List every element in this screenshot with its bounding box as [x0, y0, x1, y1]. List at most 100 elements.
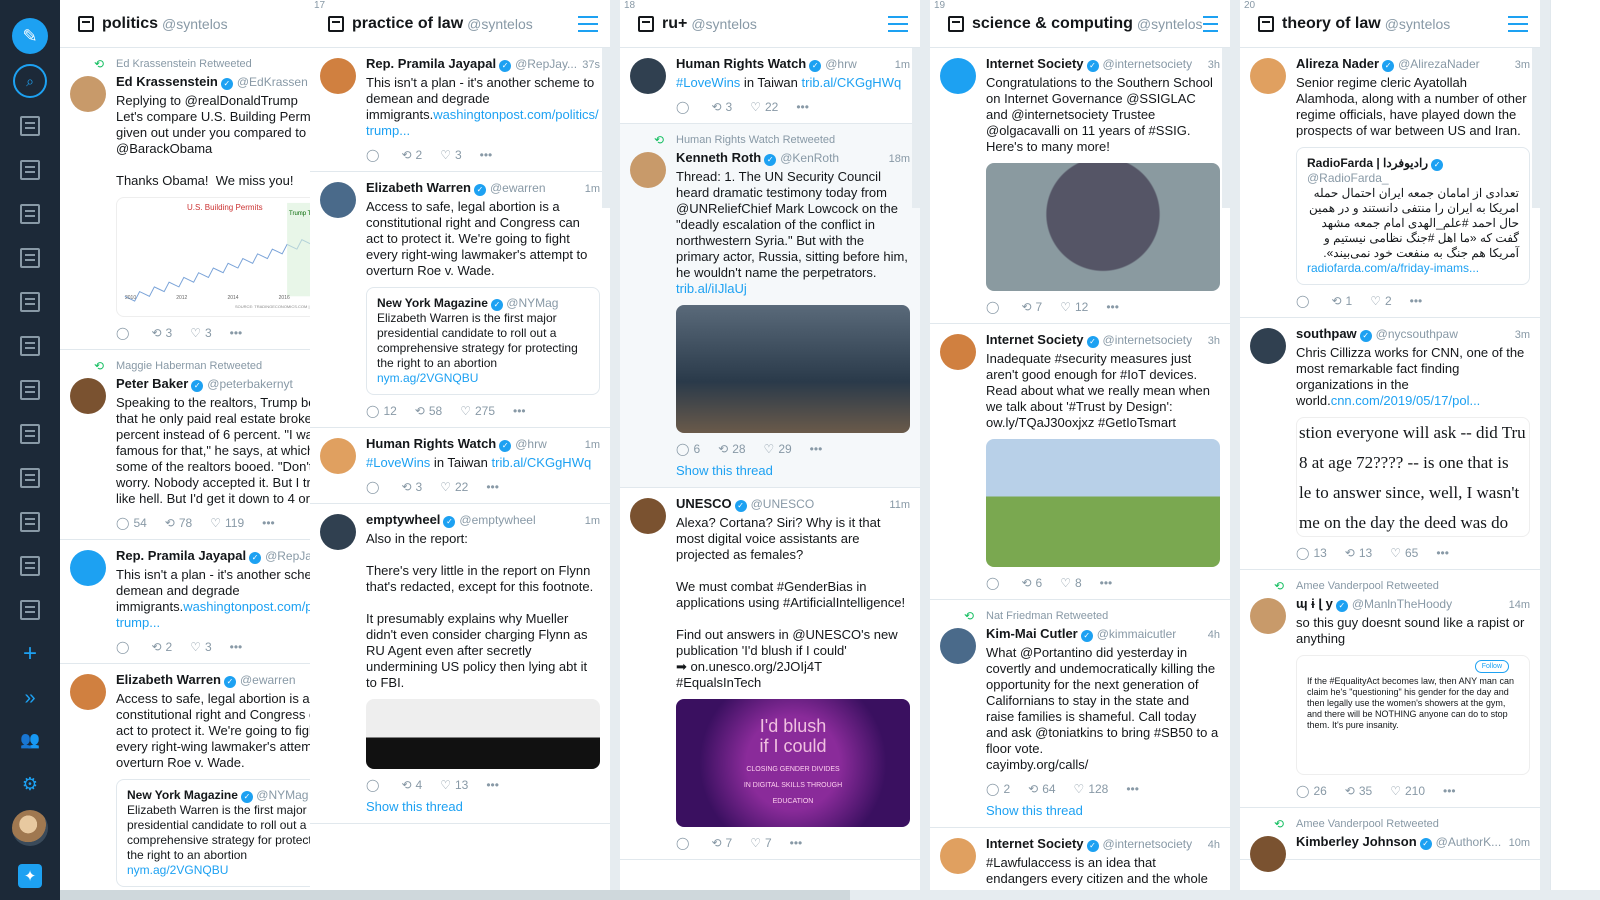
retweet-button[interactable]: ⟲ 7 — [711, 835, 732, 851]
tweet[interactable]: ⟲ Amee Vanderpool Retweeted Kimberley John… — [1240, 808, 1540, 872]
column-settings-icon[interactable] — [578, 15, 598, 32]
retweet-button[interactable]: ⟲ 1 — [1331, 293, 1352, 309]
reply-button[interactable]: ◯ — [986, 299, 1003, 315]
reply-button[interactable]: ◯ 2 — [986, 781, 1010, 797]
author-handle[interactable]: @peterbakernyt — [207, 376, 293, 392]
author-handle[interactable]: @AuthorK... — [1436, 834, 1502, 850]
tweet-timestamp[interactable]: 3m — [1511, 57, 1530, 73]
reply-button[interactable]: ◯ — [986, 575, 1003, 591]
author-name[interactable]: emptywheel — [366, 512, 440, 528]
column-nav-7[interactable] — [10, 370, 50, 410]
tweet[interactable]: Internet Society ✓ @internetsociety 3h Inade… — [930, 324, 1230, 600]
avatar[interactable] — [70, 550, 106, 586]
retweet-button[interactable]: ⟲ 7 — [1021, 299, 1042, 315]
tweet-image[interactable] — [986, 439, 1220, 567]
reply-button[interactable]: ◯ 26 — [1296, 783, 1327, 799]
tweet[interactable]: southpaw ✓ @nycsouthpaw 3m Chris Cillizza wo… — [1240, 318, 1540, 570]
tweet-link[interactable]: trib.al/CKGgHWq — [802, 75, 902, 90]
tweet-timestamp[interactable]: 4h — [1204, 837, 1220, 853]
author-name[interactable]: Rep. Pramila Jayapal — [116, 548, 246, 564]
author-name[interactable]: Human Rights Watch — [676, 56, 806, 72]
retweet-button[interactable]: ⟲ 3 — [151, 325, 172, 341]
show-thread-link[interactable]: Show this thread — [676, 463, 910, 479]
like-button[interactable]: ♡ 128 — [1074, 781, 1109, 797]
author-name[interactable]: Peter Baker — [116, 376, 188, 392]
tweet[interactable]: emptywheel ✓ @emptywheel 1m Also in the repo… — [310, 504, 610, 824]
like-button[interactable]: ♡ 22 — [440, 479, 468, 495]
quote-link[interactable]: nym.ag/2VGNQBU — [127, 863, 228, 877]
avatar[interactable] — [940, 334, 976, 370]
author-handle[interactable]: @ManlnTheHoody — [1352, 596, 1452, 612]
retweet-button[interactable]: ⟲ 2 — [401, 147, 422, 163]
tweet-timestamp[interactable]: 14m — [1505, 597, 1530, 613]
like-button[interactable]: ♡ 3 — [440, 147, 461, 163]
more-options-icon[interactable]: ••• — [480, 147, 493, 163]
tweet[interactable]: Rep. Pramila Jayapal✓@RepJay...37s This i… — [310, 48, 610, 172]
tweet[interactable]: Human Rights Watch ✓ @hrw 1m #LoveWins in Ta… — [620, 48, 920, 124]
column-header[interactable]: 18 ru+ @syntelos — [620, 0, 920, 48]
author-name[interactable]: Rep. Pramila Jayapal — [366, 56, 496, 72]
avatar[interactable] — [1250, 598, 1286, 634]
more-options-icon[interactable]: ••• — [790, 835, 803, 851]
more-options-icon[interactable]: ••• — [1410, 293, 1423, 309]
column-nav-8[interactable] — [10, 414, 50, 454]
avatar[interactable] — [940, 628, 976, 664]
column-nav-practice-of-law[interactable] — [10, 150, 50, 190]
author-name[interactable]: Elizabeth Warren — [116, 672, 221, 688]
author-handle[interactable]: @internetsociety — [1103, 836, 1193, 852]
accounts-button[interactable]: 👥 — [10, 720, 50, 760]
reply-button[interactable]: ◯ — [366, 479, 383, 495]
article-screenshot[interactable]: stion everyone will ask -- did Tru 8 at a… — [1296, 417, 1530, 537]
column-settings-icon[interactable] — [888, 15, 908, 32]
tweet-timestamp[interactable]: 1m — [581, 437, 600, 453]
retweet-button[interactable]: ⟲ 4 — [401, 777, 422, 793]
retweet-button[interactable]: ⟲ 78 — [165, 515, 192, 531]
tweet[interactable]: UNESCO ✓ @UNESCO 11m Alexa? Cortana? Siri? W… — [620, 488, 920, 860]
more-options-icon[interactable]: ••• — [486, 479, 499, 495]
more-options-icon[interactable]: ••• — [230, 325, 243, 341]
tweet-timestamp[interactable]: 11m — [885, 497, 910, 513]
like-button[interactable]: ♡ 119 — [210, 515, 244, 531]
like-button[interactable]: ♡ 29 — [764, 441, 792, 457]
retweet-button[interactable]: ⟲ 6 — [1021, 575, 1042, 591]
author-name[interactable]: Elizabeth Warren — [366, 180, 471, 196]
retweet-button[interactable]: ⟲ 3 — [401, 479, 422, 495]
author-name[interactable]: southpaw — [1296, 326, 1357, 342]
author-name[interactable]: Internet Society — [986, 56, 1084, 72]
tweet-image[interactable] — [986, 163, 1220, 291]
author-handle[interactable]: @ewarren — [240, 672, 296, 688]
reply-button[interactable]: ◯ 54 — [116, 515, 147, 531]
tweet[interactable]: Internet Society ✓ @internetsociety 4h #Lawf… — [930, 828, 1230, 890]
author-name[interactable]: Kimberley Johnson — [1296, 834, 1417, 850]
tweet[interactable]: Internet Society ✓ @internetsociety 3h Congr… — [930, 48, 1230, 324]
avatar[interactable] — [320, 58, 356, 94]
avatar[interactable] — [630, 152, 666, 188]
author-handle[interactable]: @EdKrassen — [237, 74, 308, 90]
like-button[interactable]: ♡ 22 — [750, 99, 778, 115]
reply-button[interactable]: ◯ — [676, 99, 693, 115]
avatar[interactable] — [1250, 58, 1286, 94]
tweet[interactable]: ⟲ Human Rights Watch Retweeted Kenneth Rot… — [620, 124, 920, 488]
column-nav-12[interactable] — [10, 590, 50, 630]
column-nav-6[interactable] — [10, 326, 50, 366]
reply-button[interactable]: ◯ — [676, 835, 693, 851]
tweet-timestamp[interactable]: 18m — [885, 151, 910, 167]
author-handle[interactable]: @internetsociety — [1103, 56, 1193, 72]
like-button[interactable]: ♡ 210 — [1390, 783, 1425, 799]
author-handle[interactable]: @internetsociety — [1103, 332, 1193, 348]
retweet-button[interactable]: ⟲ 2 — [151, 639, 172, 655]
tweet-timestamp[interactable]: 1m — [891, 57, 910, 73]
tweet[interactable]: Human Rights Watch ✓ @hrw 1m #LoveWins in Ta… — [310, 428, 610, 504]
avatar[interactable] — [70, 378, 106, 414]
profile-button[interactable] — [10, 808, 50, 848]
column-settings-icon[interactable] — [1202, 15, 1218, 32]
more-options-icon[interactable]: ••• — [230, 639, 243, 655]
reply-button[interactable]: ◯ — [366, 147, 383, 163]
column-nav-politics[interactable] — [10, 106, 50, 146]
like-button[interactable]: ♡ 3 — [190, 325, 211, 341]
author-name[interactable]: UNESCO — [676, 496, 732, 512]
author-name[interactable]: Kim-Mai Cutler — [986, 626, 1078, 642]
author-handle[interactable]: @AlirezaNader — [1398, 56, 1480, 72]
column-nav-10[interactable] — [10, 502, 50, 542]
reply-button[interactable]: ◯ — [116, 325, 133, 341]
